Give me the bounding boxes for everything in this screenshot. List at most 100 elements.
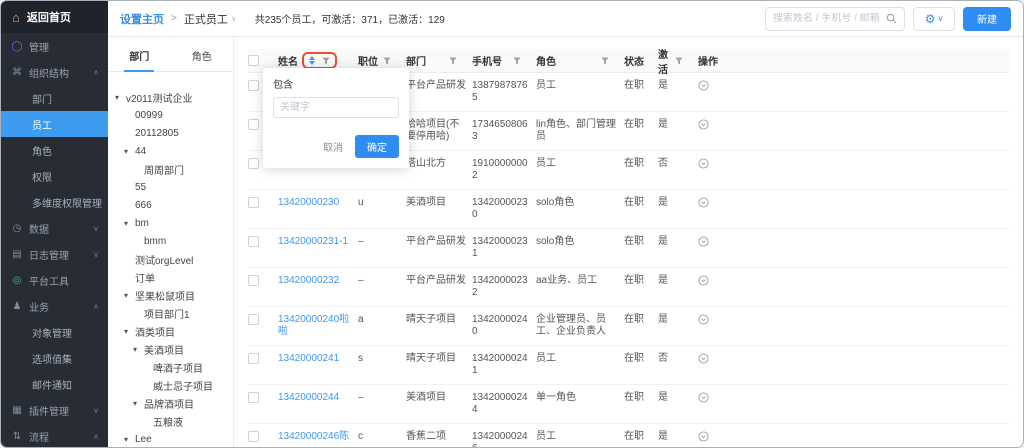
employee-name-link[interactable]: 13420000246陈 <box>278 424 358 447</box>
tree-node[interactable]: ▾酒类项目 <box>115 322 228 340</box>
sidebar-item-数据[interactable]: ◷数据∨ <box>1 215 108 241</box>
tree-node[interactable]: ▾美酒项目 <box>115 340 228 358</box>
tree-node[interactable]: ▾44 <box>115 142 228 160</box>
row-actions-button[interactable] <box>698 158 709 169</box>
sidebar-subitem-员工[interactable]: 员工 <box>1 111 108 137</box>
row-checkbox[interactable] <box>248 119 259 130</box>
row-checkbox[interactable] <box>248 353 259 364</box>
sidebar-item-日志管理[interactable]: ▤日志管理∨ <box>1 241 108 267</box>
employee-name-link[interactable]: 13420000230 <box>278 190 358 228</box>
sidebar-subitem-对象管理[interactable]: 对象管理 <box>1 319 108 345</box>
sort-icon[interactable] <box>309 56 315 65</box>
tree-node[interactable]: bmm <box>115 232 228 250</box>
create-new-button[interactable]: 新建 <box>963 7 1011 31</box>
caret-down-icon[interactable]: ▾ <box>133 345 144 354</box>
tree-node[interactable]: 订单 <box>115 268 228 286</box>
filter-icon[interactable] <box>675 57 683 65</box>
row-actions-button[interactable] <box>698 119 709 130</box>
sidebar-item-插件管理[interactable]: ▦插件管理∨ <box>1 397 108 423</box>
tree-node[interactable]: ▾品牌酒项目 <box>115 394 228 412</box>
sidebar-subitem-角色[interactable]: 角色 <box>1 137 108 163</box>
tree-node[interactable]: ▾坚果松鼠项目 <box>115 286 228 304</box>
row-checkbox[interactable] <box>248 275 259 286</box>
employee-name-link[interactable]: 13420000244 <box>278 385 358 423</box>
column-header-dept: 部门 <box>406 53 472 68</box>
tree-node[interactable]: ▾v2011测试企业 <box>115 88 228 106</box>
tree-node[interactable]: ▾bm <box>115 214 228 232</box>
tab-role[interactable]: 角色 <box>171 46 234 71</box>
sidebar-home-button[interactable]: ⌂ 返回首页 <box>1 1 108 33</box>
sidebar-subitem-部门[interactable]: 部门 <box>1 85 108 111</box>
cancel-button[interactable]: 取消 <box>323 139 343 154</box>
sidebar-item-流程[interactable]: ⇅流程∧ <box>1 423 108 447</box>
filter-icon[interactable] <box>601 57 609 65</box>
employee-name-link[interactable]: 13420000231-1 <box>278 229 358 267</box>
row-actions-button[interactable] <box>698 314 709 325</box>
keyword-input[interactable] <box>273 97 399 118</box>
caret-down-icon[interactable]: ▾ <box>124 219 135 228</box>
clock-icon: ◷ <box>11 223 23 234</box>
row-checkbox[interactable] <box>248 158 259 169</box>
sidebar-item-业务[interactable]: ♟业务∧ <box>1 293 108 319</box>
filter-icon[interactable] <box>513 57 521 65</box>
tree-node-label: Lee <box>135 434 152 445</box>
tree-node[interactable]: 啤酒子项目 <box>115 358 228 376</box>
tree-node[interactable]: 00999 <box>115 106 228 124</box>
caret-down-icon[interactable]: ▾ <box>115 93 126 102</box>
caret-down-icon[interactable]: ▾ <box>124 327 135 336</box>
row-checkbox[interactable] <box>248 314 259 325</box>
home-icon: ⌂ <box>12 11 20 24</box>
breadcrumb-link[interactable]: 设置主页 <box>120 11 164 27</box>
employee-name-link[interactable]: 13420000240啦啦 <box>278 307 358 345</box>
row-actions-button[interactable] <box>698 431 709 442</box>
row-checkbox[interactable] <box>248 80 259 91</box>
sidebar-subitem-邮件通知[interactable]: 邮件通知 <box>1 371 108 397</box>
filter-icon[interactable] <box>322 57 330 65</box>
caret-down-icon[interactable]: ▾ <box>133 399 144 408</box>
employee-name-link[interactable]: 13420000232 <box>278 268 358 306</box>
active-cell: 是 <box>658 112 698 150</box>
settings-dropdown-button[interactable]: ⚙ ∨ <box>913 7 955 31</box>
tab-department[interactable]: 部门 <box>108 46 171 71</box>
sidebar-item-管理[interactable]: ◯管理 <box>1 33 108 59</box>
row-actions-cell <box>698 229 1009 267</box>
confirm-button[interactable]: 确定 <box>355 135 399 158</box>
row-actions-button[interactable] <box>698 275 709 286</box>
tree-node[interactable]: 五粮液 <box>115 412 228 430</box>
row-actions-cell <box>698 73 1009 111</box>
tree-node[interactable]: 测试orgLevel <box>115 250 228 268</box>
tree-node[interactable]: 55 <box>115 178 228 196</box>
row-checkbox[interactable] <box>248 197 259 208</box>
caret-down-icon[interactable]: ▾ <box>124 435 135 444</box>
sidebar-subitem-权限[interactable]: 权限 <box>1 163 108 189</box>
row-actions-cell <box>698 307 1009 345</box>
tree-node[interactable]: ▾Lee <box>115 430 228 447</box>
tree-node[interactable]: 20112805 <box>115 124 228 142</box>
tree-node[interactable]: 周周部门 <box>115 160 228 178</box>
sidebar-subitem-多维度权限管理[interactable]: 多维度权限管理 <box>1 189 108 215</box>
breadcrumb-current-dropdown[interactable]: 正式员工 ∨ <box>184 11 237 27</box>
caret-down-icon[interactable]: ▾ <box>124 147 135 156</box>
tree-node[interactable]: 威士忌子项目 <box>115 376 228 394</box>
tree-node-label: 订单 <box>135 270 155 285</box>
tree-node[interactable]: 项目部门1 <box>115 304 228 322</box>
caret-down-icon[interactable]: ▾ <box>124 291 135 300</box>
sidebar-item-组织结构[interactable]: ⌘组织结构∧ <box>1 59 108 85</box>
row-actions-button[interactable] <box>698 353 709 364</box>
sort-desc-icon <box>309 61 315 65</box>
select-all-checkbox[interactable] <box>248 55 259 66</box>
row-checkbox[interactable] <box>248 431 259 442</box>
search-input[interactable] <box>773 13 886 24</box>
row-actions-button[interactable] <box>698 392 709 403</box>
employee-name-link[interactable]: 13420000241 <box>278 346 358 384</box>
row-checkbox[interactable] <box>248 236 259 247</box>
row-checkbox[interactable] <box>248 392 259 403</box>
tree-node[interactable]: 666 <box>115 196 228 214</box>
row-actions-button[interactable] <box>698 197 709 208</box>
sidebar-subitem-选项值集[interactable]: 选项值集 <box>1 345 108 371</box>
row-actions-button[interactable] <box>698 80 709 91</box>
sidebar-item-平台工具[interactable]: ◎平台工具 <box>1 267 108 293</box>
filter-icon[interactable] <box>449 57 457 65</box>
filter-icon[interactable] <box>383 57 391 65</box>
row-actions-button[interactable] <box>698 236 709 247</box>
